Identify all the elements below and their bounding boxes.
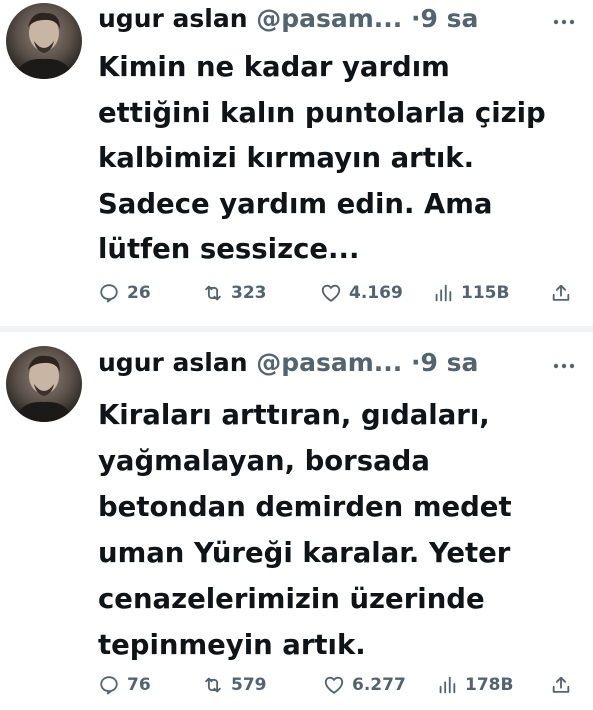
share-button[interactable] — [550, 276, 572, 310]
tweet-header: ugur aslan @pasam... ·9 sa — [98, 348, 579, 388]
tweet-text: Kiraları arttıran, gıdaları, yağmalayan,… — [98, 399, 512, 661]
reply-bubble-icon — [100, 676, 118, 695]
share-upload-icon — [552, 676, 570, 693]
timestamp[interactable]: 9 sa — [421, 348, 479, 377]
share-upload-icon — [552, 284, 570, 301]
tweet-2[interactable]: ugur aslan @pasam... ·9 sa Kiraları artt… — [0, 332, 593, 710]
separator-dot: · — [411, 4, 421, 33]
reply-count: 76 — [127, 675, 151, 695]
like-button[interactable]: 6.277 — [323, 668, 406, 702]
retweet-icon — [205, 677, 221, 693]
tweet-text: Kimin ne kadar yardım ettiğini kalın pun… — [98, 51, 546, 265]
avatar[interactable] — [6, 3, 82, 79]
retweet-button[interactable]: 323 — [202, 276, 267, 310]
author-name[interactable]: ugur aslan — [98, 4, 248, 33]
more-horizontal-icon[interactable] — [549, 10, 579, 34]
timestamp[interactable]: 9 sa — [421, 4, 479, 33]
tweet-actions: 26 323 4.169 115B — [98, 276, 584, 310]
views-button[interactable]: 115B — [432, 276, 509, 310]
views-bar-icon — [439, 676, 456, 694]
more-horizontal-icon[interactable] — [549, 354, 579, 378]
retweet-button[interactable]: 579 — [202, 668, 267, 702]
avatar[interactable] — [6, 346, 82, 422]
views-button[interactable]: 178B — [436, 668, 513, 702]
retweet-icon — [205, 285, 221, 301]
tweet-actions: 76 579 6.277 178B — [98, 668, 584, 702]
author-handle[interactable]: @pasam... — [256, 348, 402, 377]
like-count: 6.277 — [352, 675, 406, 695]
views-count: 115B — [461, 283, 510, 303]
author-name[interactable]: ugur aslan — [98, 348, 248, 377]
reply-button[interactable]: 26 — [98, 276, 151, 310]
views-bar-icon — [435, 284, 452, 302]
share-button[interactable] — [550, 668, 572, 702]
like-button[interactable]: 4.169 — [320, 276, 403, 310]
retweet-count: 323 — [231, 283, 267, 303]
reply-count: 26 — [127, 283, 151, 303]
retweet-count: 579 — [231, 675, 267, 695]
like-count: 4.169 — [349, 283, 403, 303]
heart-icon — [324, 676, 344, 694]
heart-icon — [321, 284, 341, 302]
tweet-header: ugur aslan @pasam... ·9 sa — [98, 4, 579, 44]
views-count: 178B — [465, 675, 514, 695]
author-handle[interactable]: @pasam... — [256, 4, 402, 33]
reply-button[interactable]: 76 — [98, 668, 151, 702]
separator-dot: · — [411, 348, 421, 377]
reply-bubble-icon — [100, 284, 118, 303]
tweet-1[interactable]: ugur aslan @pasam... ·9 sa Kimin ne kada… — [0, 0, 593, 326]
